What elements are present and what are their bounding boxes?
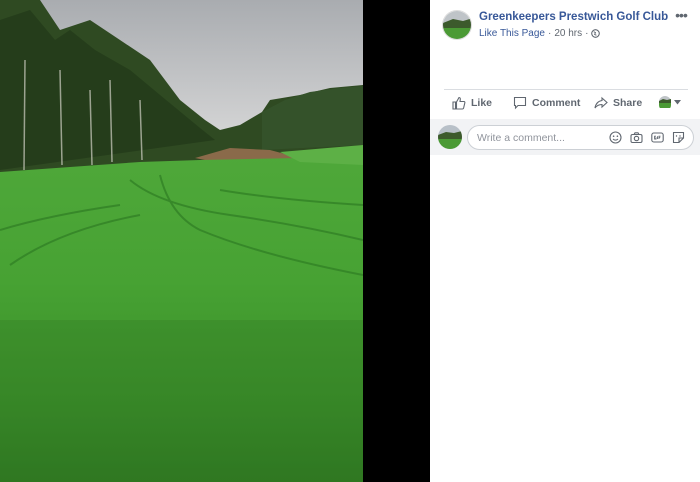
golf-course-photo xyxy=(0,0,363,482)
comment-bubble-icon xyxy=(513,96,527,110)
caret-down-icon xyxy=(674,99,681,104)
share-button[interactable]: Share xyxy=(594,96,642,110)
globe-icon xyxy=(591,29,601,38)
meta-separator: · xyxy=(547,28,552,39)
like-label: Like xyxy=(471,97,493,109)
emoji-icon[interactable] xyxy=(609,131,622,144)
post-header: Greenkeepers Prestwich Golf Club Like Th… xyxy=(430,0,700,50)
share-arrow-icon xyxy=(594,96,608,109)
meta-separator: · xyxy=(585,28,589,39)
camera-icon[interactable] xyxy=(630,131,643,144)
post-photo[interactable] xyxy=(0,0,363,482)
comment-button[interactable]: Comment xyxy=(513,96,580,110)
comment-input[interactable] xyxy=(477,131,597,145)
post-actions: Like Comment Share xyxy=(444,91,688,117)
share-label: Share xyxy=(613,97,643,109)
post-side-panel: Greenkeepers Prestwich Golf Club Like Th… xyxy=(430,0,700,482)
more-options-button[interactable]: ••• xyxy=(670,8,692,25)
divider xyxy=(444,89,688,90)
photo-viewer xyxy=(0,0,430,482)
post-as-selector[interactable] xyxy=(659,96,681,108)
avatar-image-icon xyxy=(438,125,462,149)
commenter-avatar xyxy=(438,125,462,149)
avatar-image-icon xyxy=(443,11,471,39)
page-avatar-small-icon xyxy=(659,96,671,108)
page-avatar[interactable] xyxy=(442,10,472,40)
comment-composer xyxy=(430,119,700,155)
post-timestamp[interactable]: 20 hrs xyxy=(554,28,582,39)
thumbs-up-icon xyxy=(452,96,466,110)
comment-label: Comment xyxy=(532,97,581,109)
page-name-link[interactable]: Greenkeepers Prestwich Golf Club xyxy=(479,11,668,23)
like-button[interactable]: Like xyxy=(452,96,492,110)
post-meta: Like This Page · 20 hrs · xyxy=(479,28,601,39)
comment-box xyxy=(467,125,694,150)
sticker-icon[interactable] xyxy=(672,131,685,144)
gif-icon[interactable] xyxy=(651,131,664,144)
like-page-link[interactable]: Like This Page xyxy=(479,28,545,39)
